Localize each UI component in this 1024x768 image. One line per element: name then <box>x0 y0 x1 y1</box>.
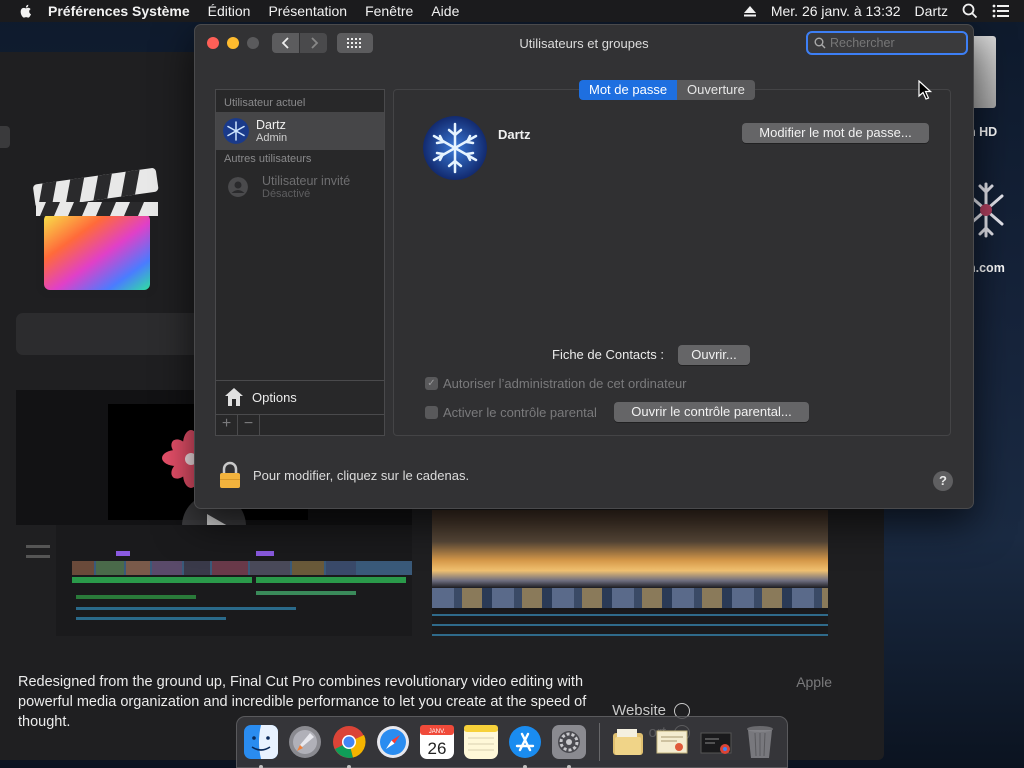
dock-finder[interactable] <box>243 723 279 768</box>
open-contacts-button[interactable]: Ouvrir... <box>678 345 750 365</box>
tab-login-items[interactable]: Ouverture <box>677 80 755 100</box>
sidebar-user-name: Dartz <box>256 117 286 132</box>
parental-control-checkbox[interactable] <box>425 406 438 419</box>
menubar-user[interactable]: Dartz <box>915 3 948 19</box>
remove-user-button[interactable]: − <box>238 415 260 435</box>
current-user-section-header: Utilisateur actuel <box>224 97 306 109</box>
add-user-button[interactable]: + <box>216 415 238 435</box>
calendar-day: 26 <box>428 739 447 758</box>
sidebar-user-role: Admin <box>256 131 288 144</box>
dock-documents-stack[interactable] <box>610 723 646 761</box>
calendar-icon: JANV. 26 <box>420 725 454 759</box>
apple-menu-icon[interactable] <box>18 3 34 19</box>
allow-admin-checkbox[interactable]: ✓ <box>425 377 438 390</box>
dock-trash[interactable] <box>742 723 778 761</box>
menu-bar: Préférences Système Édition Présentation… <box>0 0 1024 22</box>
certificate-icon <box>656 730 688 754</box>
menu-help[interactable]: Aide <box>431 3 459 19</box>
other-users-section-header: Autres utilisateurs <box>224 153 312 165</box>
search-field[interactable] <box>806 31 968 55</box>
dock-app-store[interactable] <box>507 723 543 768</box>
mouse-cursor-icon <box>918 80 932 100</box>
sidebar-user-dartz[interactable]: Dartz Admin <box>216 112 384 150</box>
dock-chrome[interactable] <box>331 723 367 768</box>
background-get-bar <box>16 313 216 355</box>
dock-certificate-file[interactable] <box>654 723 690 761</box>
user-name-heading: Dartz <box>498 127 531 142</box>
menu-app-name[interactable]: Préférences Système <box>48 3 190 19</box>
calendar-month: JANV. <box>429 729 446 735</box>
developer-label: Apple <box>796 674 832 690</box>
dock-launchpad[interactable] <box>287 723 323 761</box>
menu-edition[interactable]: Édition <box>208 3 251 19</box>
chrome-icon <box>333 726 366 758</box>
dock-notes[interactable] <box>463 723 499 761</box>
dock-calendar[interactable]: JANV. 26 <box>419 723 455 761</box>
notification-center-icon[interactable] <box>992 4 1010 18</box>
finder-icon <box>244 725 278 759</box>
dock-screenshot-file[interactable] <box>698 723 734 761</box>
tab-bar: Mot de passe Ouverture <box>579 80 755 100</box>
system-preferences-icon <box>552 725 586 759</box>
modify-password-button[interactable]: Modifier le mot de passe... <box>742 123 929 143</box>
sidebar-user-text: Dartz Admin <box>256 118 287 145</box>
safari-icon <box>377 726 409 758</box>
users-and-groups-window: Utilisateurs et groupes Utilisateur actu… <box>194 24 974 509</box>
menubar-clock[interactable]: Mer. 26 janv. à 13:32 <box>771 3 901 19</box>
user-avatar-small <box>223 118 249 144</box>
open-parental-controls-button[interactable]: Ouvrir le contrôle parental... <box>614 402 809 422</box>
dock-system-preferences[interactable] <box>551 723 587 768</box>
menu-presentation[interactable]: Présentation <box>268 3 347 19</box>
spotlight-search-icon[interactable] <box>962 3 978 19</box>
trash-icon <box>747 726 773 758</box>
lock-instruction-text: Pour modifier, cliquez sur le cadenas. <box>253 467 470 483</box>
users-sidebar: Utilisateur actuel Dartz Admin Autres ut… <box>215 89 385 436</box>
guest-user-name: Utilisateur invité <box>262 173 351 188</box>
lock-icon[interactable] <box>219 461 241 489</box>
guest-user-status: Désactivé <box>262 187 311 200</box>
house-icon <box>225 388 243 406</box>
options-label: Options <box>252 389 297 405</box>
tracks-preview <box>432 610 828 636</box>
launchpad-icon <box>289 726 321 758</box>
login-options-item[interactable]: Options <box>216 380 384 413</box>
user-avatar-large[interactable] <box>423 116 487 180</box>
lock-row[interactable]: Pour modifier, cliquez sur le cadenas. <box>219 461 469 489</box>
guest-user-icon <box>228 177 248 197</box>
dock-separator <box>599 723 600 761</box>
filmstrip-preview <box>432 588 828 608</box>
allow-admin-row: ✓ Autoriser l’administration de cet ordi… <box>425 376 687 391</box>
sidebar-footer: + − <box>216 414 384 435</box>
notes-icon <box>464 725 498 759</box>
eject-icon[interactable] <box>743 4 757 18</box>
app-store-icon <box>509 726 541 758</box>
parental-control-row: Activer le contrôle parental <box>425 405 597 420</box>
guest-user-text: Utilisateur invité Désactivé <box>262 174 350 201</box>
search-icon <box>814 37 826 49</box>
dock-safari[interactable] <box>375 723 411 761</box>
background-sidebar-handle <box>0 126 10 148</box>
timeline-preview <box>16 525 412 636</box>
documents-folder-icon <box>613 729 643 755</box>
help-button[interactable]: ? <box>933 471 953 491</box>
screenshot-icon <box>700 732 732 754</box>
search-input[interactable] <box>830 36 960 50</box>
menu-window[interactable]: Fenêtre <box>365 3 413 19</box>
timeline-tracks <box>16 525 412 636</box>
allow-admin-label: Autoriser l’administration de cet ordina… <box>443 376 687 391</box>
final-cut-pro-app-icon <box>33 168 159 298</box>
dock: JANV. 26 <box>236 716 788 768</box>
parental-control-label: Activer le contrôle parental <box>443 405 597 420</box>
screenshot-preview-2[interactable] <box>432 510 828 636</box>
sidebar-user-guest[interactable]: Utilisateur invité Désactivé <box>216 168 384 206</box>
title-bar[interactable]: Utilisateurs et groupes <box>195 25 973 61</box>
tab-password[interactable]: Mot de passe <box>579 80 678 100</box>
contacts-card-label: Fiche de Contacts : <box>552 347 664 362</box>
